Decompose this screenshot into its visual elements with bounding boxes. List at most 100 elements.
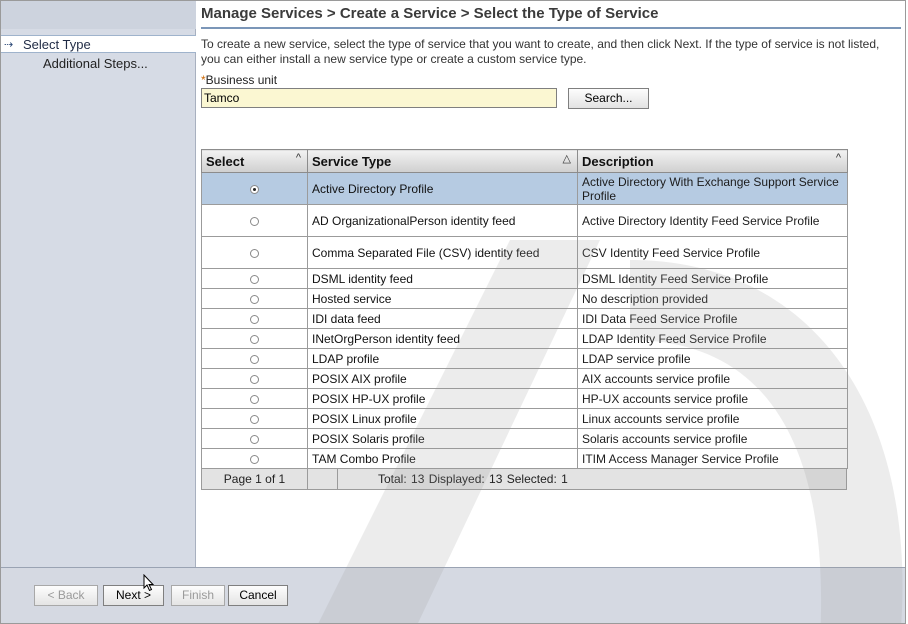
select-cell — [201, 368, 308, 389]
column-header-description[interactable]: Description ^ — [577, 149, 848, 173]
select-radio[interactable] — [250, 394, 259, 404]
table-row[interactable]: Active Directory Profile Active Directory… — [201, 172, 848, 205]
service-type-cell: POSIX Linux profile — [307, 408, 578, 429]
select-cell — [201, 204, 308, 237]
finish-button[interactable]: Finish — [171, 585, 225, 606]
table-row[interactable]: Hosted service No description provided — [201, 288, 848, 309]
select-cell — [201, 388, 308, 409]
mouse-pointer-icon — [143, 574, 155, 592]
sort-icon[interactable]: △ — [563, 152, 571, 165]
arrow-right-icon: ⇢ — [4, 39, 14, 51]
table-body: Active Directory Profile Active Directory… — [201, 172, 848, 469]
description-cell: ITIM Access Manager Service Profile — [577, 448, 848, 469]
select-cell — [201, 268, 308, 289]
table-row[interactable]: TAM Combo Profile ITIM Access Manager Ser… — [201, 448, 848, 469]
sort-icon[interactable]: ^ — [296, 152, 301, 164]
sort-icon[interactable]: ^ — [836, 152, 841, 164]
select-radio[interactable] — [250, 414, 259, 424]
table-row[interactable]: POSIX HP-UX profile HP-UX accounts servic… — [201, 388, 848, 409]
service-type-cell: POSIX Solaris profile — [307, 428, 578, 449]
table-row[interactable]: DSML identity feed DSML Identity Feed Ser… — [201, 268, 848, 289]
intro-text: To create a new service, select the type… — [201, 37, 880, 66]
select-cell — [201, 328, 308, 349]
select-cell — [201, 236, 308, 269]
column-header-select[interactable]: Select ^ — [201, 149, 308, 173]
select-cell — [201, 408, 308, 429]
table-row[interactable]: Comma Separated File (CSV) identity feed… — [201, 236, 848, 269]
description-cell: AIX accounts service profile — [577, 368, 848, 389]
steps-header-band — [1, 1, 196, 29]
table-row[interactable]: POSIX AIX profile AIX accounts service pr… — [201, 368, 848, 389]
select-cell — [201, 348, 308, 369]
wizard-steps-panel: ⇢ Select Type Additional Steps... — [1, 1, 196, 567]
description-cell: LDAP service profile — [577, 348, 848, 369]
header-label: Service Type — [312, 153, 392, 169]
service-type-cell: INetOrgPerson identity feed — [307, 328, 578, 349]
step-label: Select Type — [23, 37, 91, 52]
service-type-cell: Comma Separated File (CSV) identity feed — [307, 236, 578, 269]
table-pager: Page 1 of 1 Total: 13 Displayed: 13 Sele… — [201, 469, 847, 490]
cancel-button[interactable]: Cancel — [228, 585, 288, 606]
service-type-cell: LDAP profile — [307, 348, 578, 369]
select-radio[interactable] — [250, 248, 259, 258]
table-row[interactable]: INetOrgPerson identity feed LDAP Identity… — [201, 328, 848, 349]
select-radio[interactable] — [250, 294, 259, 304]
service-type-cell: DSML identity feed — [307, 268, 578, 289]
description-cell: Solaris accounts service profile — [577, 428, 848, 449]
table-row[interactable]: AD OrganizationalPerson identity feed Act… — [201, 204, 848, 237]
service-type-cell: Active Directory Profile — [307, 172, 578, 205]
select-radio[interactable] — [250, 184, 259, 194]
service-type-cell: Hosted service — [307, 288, 578, 309]
select-cell — [201, 308, 308, 329]
select-radio[interactable] — [250, 314, 259, 324]
service-type-cell: AD OrganizationalPerson identity feed — [307, 204, 578, 237]
table-row[interactable]: POSIX Linux profile Linux accounts servic… — [201, 408, 848, 429]
description-cell: LDAP Identity Feed Service Profile — [577, 328, 848, 349]
header-label: Description — [582, 153, 654, 169]
main-content: Manage Services > Create a Service > Sel… — [201, 1, 901, 110]
description-cell: No description provided — [577, 288, 848, 309]
select-cell — [201, 448, 308, 469]
select-cell — [201, 172, 308, 205]
business-unit-label-text: Business unit — [205, 73, 278, 87]
description-cell: IDI Data Feed Service Profile — [577, 308, 848, 329]
service-type-cell: IDI data feed — [307, 308, 578, 329]
page-indicator: Page 1 of 1 — [202, 469, 308, 489]
description-cell: HP-UX accounts service profile — [577, 388, 848, 409]
back-button[interactable]: < Back — [34, 585, 98, 606]
search-button[interactable]: Search... — [568, 88, 649, 109]
select-cell — [201, 428, 308, 449]
select-radio[interactable] — [250, 216, 259, 226]
business-unit-input[interactable] — [201, 88, 557, 108]
select-radio[interactable] — [250, 454, 259, 464]
step-additional-steps[interactable]: Additional Steps... — [1, 55, 196, 73]
description-cell: Active Directory Identity Feed Service P… — [577, 204, 848, 237]
select-cell — [201, 288, 308, 309]
pager-spacer — [308, 469, 338, 489]
select-radio[interactable] — [250, 374, 259, 384]
table-row[interactable]: POSIX Solaris profile Solaris accounts se… — [201, 428, 848, 449]
service-type-table: Select ^ Service Type △ Description ^ Activ… — [201, 149, 848, 469]
header-label: Select — [206, 153, 245, 169]
table-summary: Total: 13 Displayed: 13 Selected: 1 — [378, 472, 568, 486]
description-cell: Linux accounts service profile — [577, 408, 848, 429]
select-radio[interactable] — [250, 354, 259, 364]
select-radio[interactable] — [250, 334, 259, 344]
service-type-cell: POSIX HP-UX profile — [307, 388, 578, 409]
service-type-table-container: Select ^ Service Type △ Description ^ Activ… — [201, 149, 848, 490]
service-type-cell: POSIX AIX profile — [307, 368, 578, 389]
step-select-type[interactable]: ⇢ Select Type — [1, 35, 196, 53]
service-type-cell: TAM Combo Profile — [307, 448, 578, 469]
table-row[interactable]: LDAP profile LDAP service profile — [201, 348, 848, 369]
page-title: Manage Services > Create a Service > Sel… — [201, 1, 901, 29]
step-label: Additional Steps... — [43, 56, 148, 71]
select-radio[interactable] — [250, 274, 259, 284]
description-cell: DSML Identity Feed Service Profile — [577, 268, 848, 289]
description-cell: Active Directory With Exchange Support S… — [577, 172, 848, 205]
table-row[interactable]: IDI data feed IDI Data Feed Service Profi… — [201, 308, 848, 329]
column-header-service-type[interactable]: Service Type △ — [307, 149, 578, 173]
select-radio[interactable] — [250, 434, 259, 444]
business-unit-row: Search... — [201, 88, 901, 110]
business-unit-label: *Business unit — [201, 73, 901, 87]
description-cell: CSV Identity Feed Service Profile — [577, 236, 848, 269]
